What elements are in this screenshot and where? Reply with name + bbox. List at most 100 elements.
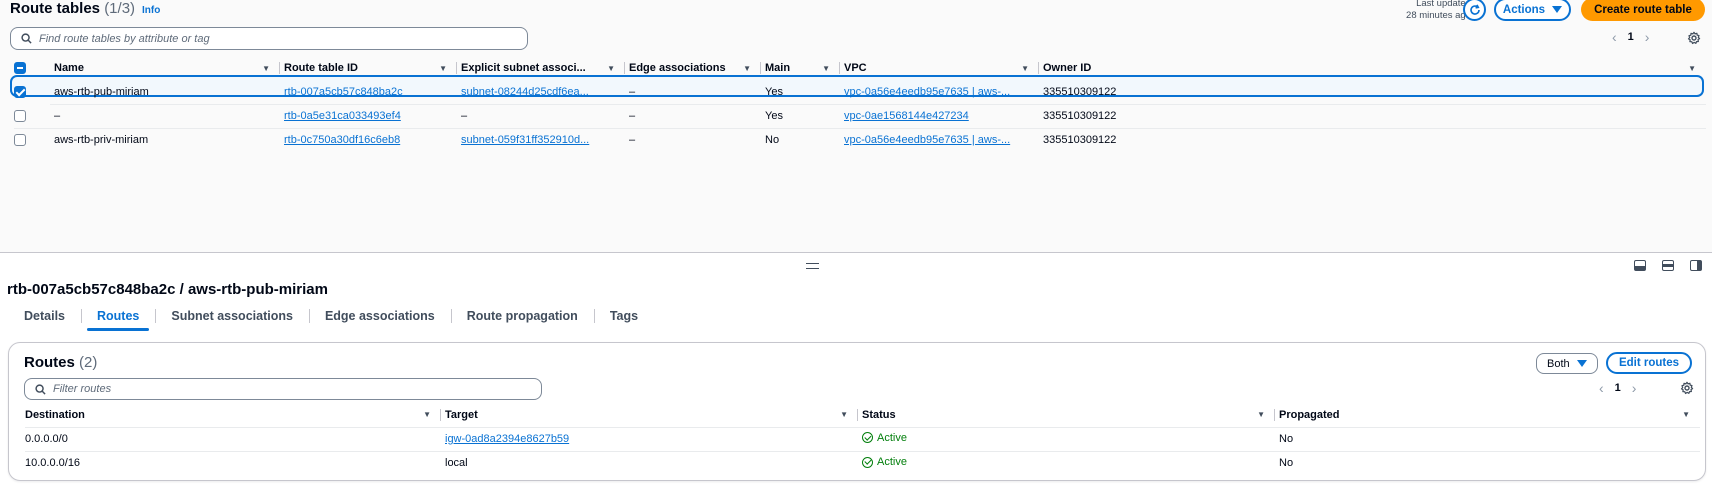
tab-routes[interactable]: Routes <box>81 304 155 331</box>
routes-filter-select[interactable]: Both <box>1536 353 1598 374</box>
status-badge: Active <box>862 432 907 444</box>
routes-table: Destination ▼ Target ▼ Status ▼ Propagated ▼… <box>25 403 1700 475</box>
caret-down-icon <box>1552 6 1563 13</box>
panel-layout-icon[interactable] <box>1634 260 1646 271</box>
column-header-destination[interactable]: Destination ▼ <box>25 403 441 427</box>
table-row[interactable]: – rtb-0a5e31ca033493ef4 – – Yes vpc-0ae1… <box>14 103 1706 128</box>
cell-destination: 10.0.0.0/16 <box>25 450 441 475</box>
routes-count: (2) <box>79 354 98 371</box>
chevron-right-icon[interactable]: › <box>1645 29 1650 45</box>
panel-layout-icon[interactable] <box>1662 260 1674 271</box>
column-header-target[interactable]: Target ▼ <box>441 403 858 427</box>
cell-main: Yes <box>765 85 783 98</box>
column-header-name[interactable]: Name ▼ <box>50 56 280 80</box>
row-checkbox[interactable] <box>14 109 26 122</box>
tab-edge-associations[interactable]: Edge associations <box>308 304 451 328</box>
route-tables-table: Name ▼ Route table ID ▼ Explicit subnet as… <box>14 56 1706 152</box>
table-header-row: Destination ▼ Target ▼ Status ▼ Propagated ▼ <box>25 403 1700 427</box>
detail-tabs: Details Routes Subnet associations Edge … <box>8 304 654 331</box>
sort-caret-icon: ▼ <box>822 63 830 73</box>
routes-search-input[interactable] <box>53 383 509 395</box>
route-tables-search[interactable] <box>10 27 528 50</box>
routes-card: Routes (2) Both Edit routes ‹ 1 › Destin… <box>8 342 1706 481</box>
cell-subnet: – <box>457 103 625 128</box>
actions-button[interactable]: Actions <box>1494 0 1571 21</box>
chevron-left-icon[interactable]: ‹ <box>1599 380 1604 396</box>
vpc-link[interactable]: vpc-0a56e4eedb95e7635 | aws-... <box>844 134 1010 146</box>
edit-routes-button[interactable]: Edit routes <box>1606 352 1692 374</box>
cell-target: local <box>441 450 858 475</box>
table-row: 0.0.0.0/0 igw-0ad8a2394e8627b59 Active N… <box>25 426 1700 451</box>
search-icon <box>21 33 32 44</box>
column-header-owner-id[interactable]: Owner ID ▼ <box>1039 56 1706 80</box>
last-updated-text: Last updated 28 minutes ago <box>1406 0 1471 21</box>
column-header-vpc[interactable]: VPC ▼ <box>840 56 1039 80</box>
cell-propagated: No <box>1275 450 1700 475</box>
sort-caret-icon: ▼ <box>439 63 447 73</box>
sort-caret-icon: ▼ <box>1682 410 1690 420</box>
sort-caret-icon: ▼ <box>1257 410 1265 420</box>
select-all-cell <box>14 56 50 80</box>
cell-propagated: No <box>1275 426 1700 451</box>
column-header-route-table-id[interactable]: Route table ID ▼ <box>280 56 457 80</box>
status-success-icon <box>862 456 873 468</box>
panel-layout-icon[interactable] <box>1690 260 1702 271</box>
tab-tags[interactable]: Tags <box>593 304 654 328</box>
chevron-left-icon[interactable]: ‹ <box>1612 29 1617 45</box>
tab-subnet-associations[interactable]: Subnet associations <box>155 304 309 328</box>
table-row[interactable]: aws-rtb-pub-miriam rtb-007a5cb57c848ba2c… <box>14 80 1706 104</box>
search-icon <box>35 383 46 395</box>
refresh-button[interactable] <box>1463 0 1486 21</box>
settings-gear-icon[interactable] <box>1680 381 1694 395</box>
page-number[interactable]: 1 <box>1615 382 1621 394</box>
row-checkbox[interactable] <box>14 86 26 99</box>
tab-details[interactable]: Details <box>8 304 81 328</box>
column-header-propagated[interactable]: Propagated ▼ <box>1275 403 1700 427</box>
sort-caret-icon: ▼ <box>607 63 615 73</box>
tab-route-propagation[interactable]: Route propagation <box>450 304 594 328</box>
column-header-edge-associations[interactable]: Edge associations ▼ <box>625 56 761 80</box>
route-table-id-link[interactable]: rtb-0c750a30df16c6eb8 <box>284 134 400 146</box>
column-header-status[interactable]: Status ▼ <box>858 403 1275 427</box>
routes-title: Routes (2) <box>24 354 98 371</box>
target-link[interactable]: igw-0ad8a2394e8627b59 <box>445 433 569 445</box>
sort-caret-icon: ▼ <box>423 410 431 420</box>
info-link[interactable]: Info <box>142 5 160 16</box>
sort-caret-icon: ▼ <box>743 63 751 73</box>
select-all-checkbox[interactable] <box>14 62 26 75</box>
sort-caret-icon: ▼ <box>1021 63 1029 73</box>
cell-owner-id: 335510309122 <box>1039 103 1706 128</box>
cell-name: – <box>50 103 280 128</box>
cell-name: aws-rtb-pub-miriam <box>54 85 149 98</box>
cell-owner-id: 335510309122 <box>1039 127 1706 152</box>
create-route-table-button[interactable]: Create route table <box>1581 0 1705 21</box>
status-badge: Active <box>862 456 907 468</box>
route-tables-search-input[interactable] <box>39 32 495 45</box>
page-number[interactable]: 1 <box>1628 31 1634 43</box>
sort-caret-icon: ▼ <box>262 63 270 73</box>
table-row[interactable]: aws-rtb-priv-miriam rtb-0c750a30df16c6eb… <box>14 127 1706 152</box>
route-tables-title: Route tables (1/3) <box>10 0 136 17</box>
subnet-association-link[interactable]: subnet-08244d25cdf6ea... <box>461 86 589 98</box>
subnet-association-link[interactable]: subnet-059f31ff352910d... <box>461 134 589 146</box>
resize-grip-icon[interactable] <box>806 263 819 269</box>
panel-splitter[interactable] <box>0 252 1712 253</box>
route-table-id-link[interactable]: rtb-0a5e31ca033493ef4 <box>284 110 401 122</box>
column-header-main[interactable]: Main ▼ <box>761 56 840 80</box>
vpc-link[interactable]: vpc-0ae1568144e427234 <box>844 110 969 122</box>
settings-gear-icon[interactable] <box>1687 31 1701 45</box>
chevron-right-icon[interactable]: › <box>1632 380 1637 396</box>
route-table-id-link[interactable]: rtb-007a5cb57c848ba2c <box>284 86 403 98</box>
cell-edge: – <box>625 127 761 152</box>
status-success-icon <box>862 432 873 444</box>
cell-name: aws-rtb-priv-miriam <box>50 127 280 152</box>
cell-owner-id: 335510309122 <box>1043 85 1117 98</box>
routes-search[interactable] <box>24 378 542 400</box>
row-checkbox[interactable] <box>14 134 26 147</box>
detail-title: rtb-007a5cb57c848ba2c / aws-rtb-pub-miri… <box>7 281 328 298</box>
route-tables-count: (1/3) <box>104 0 136 17</box>
cell-edge: – <box>629 85 636 98</box>
column-header-explicit-subnet[interactable]: Explicit subnet associ... ▼ <box>457 56 625 80</box>
caret-down-icon <box>1576 360 1587 367</box>
vpc-link[interactable]: vpc-0a56e4eedb95e7635 | aws-... <box>844 86 1010 98</box>
